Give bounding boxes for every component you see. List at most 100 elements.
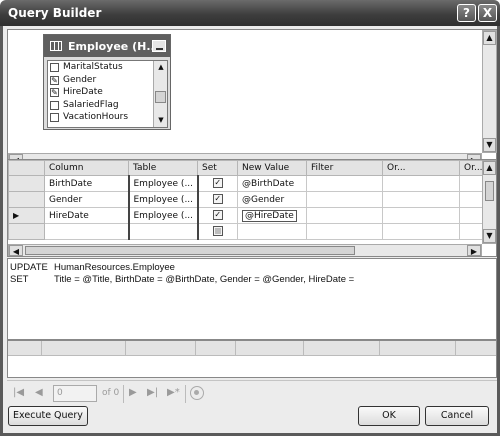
diagram-vscrollbar[interactable]: ▲ ▼: [482, 30, 497, 153]
set-checkbox[interactable]: ✓: [212, 194, 223, 205]
scroll-thumb[interactable]: [155, 91, 166, 103]
row-selector[interactable]: [8, 175, 45, 192]
set-checkbox[interactable]: [212, 226, 223, 237]
table-box[interactable]: Employee (H... MaritalStatus ✎ Gender ✎ Hi…: [43, 34, 171, 130]
header-filter[interactable]: Filter: [306, 160, 383, 176]
header-column[interactable]: Column: [44, 160, 129, 176]
cell-filter[interactable]: [306, 175, 383, 192]
column-checkbox[interactable]: [50, 113, 59, 123]
cell-column[interactable]: [44, 223, 129, 240]
scroll-down-icon[interactable]: ▼: [156, 115, 166, 125]
cell-table[interactable]: Employee (...: [127, 191, 199, 208]
scroll-up-icon[interactable]: ▲: [483, 31, 496, 45]
results-pane: [7, 340, 497, 378]
help-button[interactable]: ?: [457, 4, 476, 22]
header-set[interactable]: Set: [197, 160, 238, 176]
record-number-input[interactable]: 0: [53, 385, 97, 402]
cell-set[interactable]: [197, 223, 238, 240]
minimize-icon[interactable]: [152, 40, 166, 52]
execute-query-button[interactable]: Execute Query: [8, 406, 88, 426]
row-selector[interactable]: ▶: [8, 207, 45, 224]
scroll-down-icon[interactable]: ▼: [483, 138, 496, 152]
cell-filter[interactable]: [306, 223, 383, 240]
scroll-right-icon[interactable]: ▶: [467, 245, 481, 256]
row-selector[interactable]: [8, 223, 45, 240]
window-title: Query Builder: [8, 6, 102, 20]
row-selector[interactable]: [8, 191, 45, 208]
ok-button[interactable]: OK: [358, 406, 420, 426]
set-checkbox[interactable]: ✓: [212, 210, 223, 221]
cell-set[interactable]: ✓: [197, 175, 238, 192]
cancel-button[interactable]: Cancel: [425, 406, 489, 426]
cell-new-value[interactable]: @BirthDate: [237, 175, 307, 192]
cell-table[interactable]: Employee (...: [127, 175, 199, 192]
results-header-cell: [380, 341, 456, 356]
column-checkbox[interactable]: [50, 100, 59, 110]
cell-set[interactable]: ✓: [197, 207, 238, 224]
row-header-corner: [8, 160, 45, 176]
grid-hscrollbar[interactable]: ◀ ▶: [8, 244, 482, 256]
table-row[interactable]: BirthDate Employee (... ✓ @BirthDate: [8, 175, 487, 192]
grid-vscrollbar[interactable]: ▲ ▼: [482, 160, 496, 244]
new-record-icon[interactable]: ▶*: [167, 387, 180, 398]
table-row[interactable]: [8, 223, 487, 240]
cell-or-1[interactable]: [382, 191, 460, 208]
table-row[interactable]: Gender Employee (... ✓ @Gender: [8, 191, 487, 208]
last-record-icon[interactable]: ▶|: [147, 387, 158, 398]
title-bar: Query Builder ? X: [0, 0, 500, 26]
column-item[interactable]: MaritalStatus: [48, 61, 167, 74]
sql-line: SET Title = @Title, BirthDate = @BirthDat…: [10, 274, 494, 286]
table-row[interactable]: ▶ HireDate Employee (... ✓ @HireDate: [8, 207, 487, 224]
results-header-cell: [126, 341, 196, 356]
pencil-icon[interactable]: ✎: [50, 75, 59, 85]
column-list-scrollbar[interactable]: ▲ ▼: [153, 61, 167, 127]
column-list: MaritalStatus ✎ Gender ✎ HireDate Salaried…: [47, 60, 168, 128]
cell-set[interactable]: ✓: [197, 191, 238, 208]
scroll-up-icon[interactable]: ▲: [156, 62, 166, 72]
previous-record-icon[interactable]: ◀: [35, 387, 43, 398]
cell-column[interactable]: BirthDate: [44, 175, 129, 192]
record-count: of 0: [102, 388, 120, 398]
stop-icon[interactable]: [190, 386, 204, 400]
cell-filter[interactable]: [306, 207, 383, 224]
next-record-icon[interactable]: ▶: [129, 387, 137, 398]
cell-or-1[interactable]: [382, 207, 460, 224]
cell-column[interactable]: HireDate: [44, 207, 129, 224]
sql-text: HumanResources.Employee: [54, 262, 175, 273]
diagram-pane: Employee (H... MaritalStatus ✎ Gender ✎ Hi…: [7, 29, 497, 167]
results-header-row: [8, 341, 496, 356]
header-table[interactable]: Table: [128, 160, 198, 176]
scroll-left-icon[interactable]: ◀: [9, 245, 23, 256]
cell-column[interactable]: Gender: [44, 191, 129, 208]
cell-table[interactable]: Employee (...: [127, 207, 199, 224]
scroll-thumb[interactable]: [485, 181, 494, 201]
cell-new-value[interactable]: @Gender: [237, 191, 307, 208]
new-value-editor[interactable]: @HireDate: [242, 209, 297, 222]
scroll-up-icon[interactable]: ▲: [483, 161, 496, 175]
cell-new-value[interactable]: @HireDate: [237, 207, 307, 224]
cell-table[interactable]: [127, 223, 199, 240]
column-item[interactable]: SalariedFlag: [48, 99, 167, 112]
column-checkbox[interactable]: [50, 63, 59, 72]
first-record-icon[interactable]: |◀: [13, 387, 24, 398]
scroll-thumb[interactable]: [25, 246, 355, 255]
column-item[interactable]: VacationHours: [48, 111, 167, 124]
grid-header-row: Column Table Set New Value Filter Or... …: [8, 160, 487, 176]
sql-keyword: SET: [10, 273, 29, 285]
scroll-down-icon[interactable]: ▼: [483, 229, 496, 243]
header-or-1[interactable]: Or...: [382, 160, 460, 176]
table-box-header[interactable]: Employee (H...: [44, 35, 170, 57]
set-checkbox[interactable]: ✓: [212, 178, 223, 189]
cell-or-1[interactable]: [382, 175, 460, 192]
sql-text: Title = @Title, BirthDate = @BirthDate, …: [54, 273, 355, 285]
header-new-value[interactable]: New Value: [237, 160, 307, 176]
close-button[interactable]: X: [478, 4, 497, 22]
cell-new-value[interactable]: [237, 223, 307, 240]
cell-or-1[interactable]: [382, 223, 460, 240]
sql-pane[interactable]: UPDATE HumanResources.Employee SET Title =…: [7, 258, 497, 340]
column-item[interactable]: ✎ Gender: [48, 74, 167, 87]
column-item[interactable]: ✎ HireDate: [48, 86, 167, 99]
cell-filter[interactable]: [306, 191, 383, 208]
results-header-cell: [8, 341, 42, 356]
pencil-icon[interactable]: ✎: [50, 88, 59, 98]
